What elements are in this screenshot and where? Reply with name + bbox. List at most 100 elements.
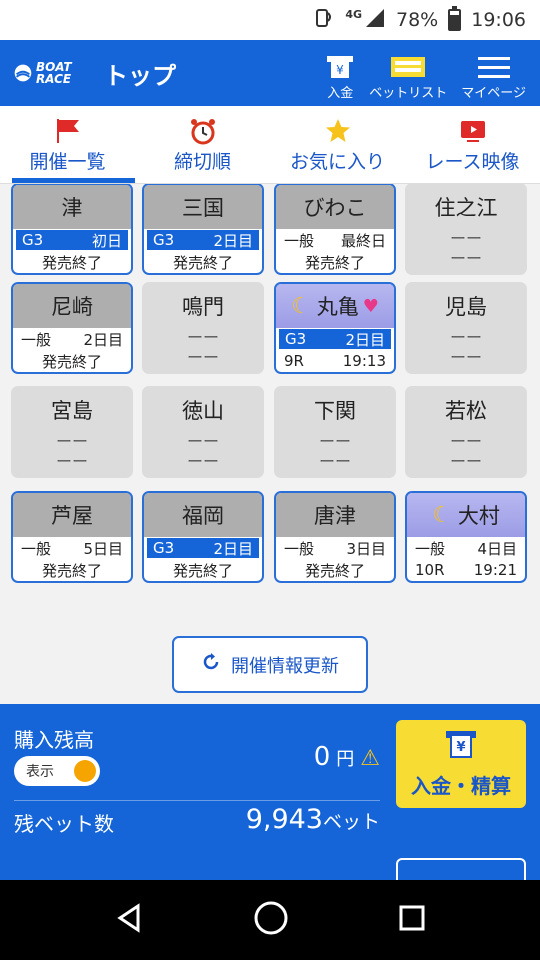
venue-card[interactable]: 下関 ーー ーー [274, 386, 396, 478]
venue-line-1: ーー [55, 432, 88, 451]
venue-card[interactable]: びわこ 一般 最終日 発売終了 [274, 184, 396, 275]
balance-panel: 購入残高 表示 0 円 ⚠ 残ベット数 9,943ベット ¥ 入金・精算 [0, 704, 540, 888]
sale-status: 発売終了 [13, 251, 131, 273]
venue-card[interactable]: 鳴門 ーー ーー [142, 282, 264, 374]
sale-status-text: 発売終了 [304, 253, 365, 272]
balance-label: 購入残高 [14, 728, 94, 752]
venue-card[interactable]: 津 G3 初日 発売終了 [11, 184, 133, 275]
home-icon[interactable] [253, 900, 289, 940]
toggle-label: 表示 [26, 764, 54, 780]
recents-icon[interactable] [398, 904, 426, 936]
balance-visibility-toggle[interactable]: 表示 [14, 756, 100, 786]
grade-row: 一般 4日目 [407, 537, 525, 559]
warning-icon: ⚠ [360, 746, 380, 771]
day: 2日目 [83, 330, 123, 349]
tab-deadline-order[interactable]: 締切順 [135, 106, 270, 183]
venue-line-1: ーー [318, 432, 351, 451]
sale-status: 発売終了 [276, 251, 394, 273]
svg-text:¥: ¥ [456, 740, 465, 755]
race-time: 19:21 [473, 561, 517, 579]
venue-name-text: 徳山 [182, 399, 224, 423]
refresh-label: 開催情報更新 [231, 655, 339, 677]
venue-name-text: 津 [61, 196, 83, 220]
venue-name-text: 唐津 [314, 504, 356, 528]
tab-favorites[interactable]: お気に入り [270, 106, 405, 183]
venue-card[interactable]: ☾ 丸亀 ♥ G3 2日目 9R 19:13 [274, 282, 396, 374]
alarm-clock-icon [189, 115, 217, 147]
page-title: トップ [104, 61, 176, 90]
clock: 19:06 [471, 9, 526, 31]
grade: 一般 [21, 330, 52, 349]
venue-line-1: ーー [449, 229, 482, 248]
venue-name-text: 尼崎 [51, 295, 93, 319]
venue-name-text: 若松 [445, 399, 487, 423]
race-time: 19:13 [342, 352, 386, 370]
flag-icon [54, 115, 82, 147]
sale-status-text: 発売終了 [172, 561, 233, 580]
venue-card[interactable]: 徳山 ーー ーー [142, 386, 264, 478]
race-row: 10R 19:21 [407, 559, 525, 581]
grade: 一般 [284, 231, 315, 250]
venue-name-text: びわこ [303, 196, 367, 220]
venue-name: 福岡 [144, 493, 262, 537]
remaining-bets-unit: ベット [322, 811, 380, 833]
venue-line-2: ーー [186, 452, 219, 471]
venue-card[interactable]: 唐津 一般 3日目 発売終了 [274, 491, 396, 583]
grade-row: 一般 3日目 [276, 537, 394, 559]
venue-name-text: 下関 [314, 399, 356, 423]
deposit-header-button[interactable]: ¥ 入金 [325, 45, 355, 101]
refresh-schedule-button[interactable]: 開催情報更新 [172, 636, 368, 693]
venue-name-text: 福岡 [182, 504, 224, 528]
boat-race-logo[interactable]: BOAT RACE [14, 53, 84, 93]
balance-value: 0 [313, 742, 331, 772]
back-icon[interactable] [114, 903, 144, 937]
venue-card[interactable]: 芦屋 一般 5日目 発売終了 [11, 491, 133, 583]
night-race-moon-icon: ☾ [432, 502, 452, 528]
tab-race-video[interactable]: レース映像 [405, 106, 540, 183]
venue-name-text: 丸亀 [316, 295, 359, 319]
venue-card[interactable]: ☾ 大村 一般 4日目 10R 19:21 [405, 491, 527, 583]
sale-status-text: 発売終了 [172, 253, 233, 272]
venue-name-text: 大村 [457, 504, 500, 528]
venue-line-2: ーー [449, 348, 482, 367]
venue-card[interactable]: 若松 ーー ーー [405, 386, 527, 478]
venue-line-2: ーー [449, 249, 482, 268]
venue-card[interactable]: 三国 G3 2日目 発売終了 [142, 184, 264, 275]
venue-card[interactable]: 尼崎一般 2日目発売終了 [11, 282, 133, 374]
deposit-settle-button[interactable]: ¥ 入金・精算 [396, 720, 526, 808]
sale-status: 発売終了 [144, 251, 262, 273]
venue-card[interactable]: 住之江 ーー ーー [405, 184, 527, 275]
venue-line-2: ーー [55, 452, 88, 471]
betlist-button[interactable]: ベットリスト [369, 45, 447, 101]
venue-grid: 津 G3 初日 発売終了 三国 G3 2日目 発売終了 びわこ 一般 最終日 発売終了 住之江 ーー ーー尼… [0, 184, 540, 604]
venue-name: 住之江 [407, 185, 525, 229]
venue-card[interactable]: 児島 ーー ーー [405, 282, 527, 374]
venue-name: ☾ 大村 [407, 493, 525, 537]
menu-icon [477, 52, 510, 82]
divider [14, 800, 380, 801]
day: 5日目 [83, 539, 123, 558]
grade: G3 [285, 330, 307, 348]
grade-row: G3 初日 [16, 230, 128, 250]
tab-schedule-list[interactable]: 開催一覧 [0, 106, 135, 183]
sale-status: 発売終了 [13, 350, 131, 372]
sale-status-text: 発売終了 [41, 561, 102, 580]
venue-card[interactable]: 福岡 G3 2日目 発売終了 [142, 491, 264, 583]
venue-line-2: ーー [449, 452, 482, 471]
venue-card[interactable]: 宮島 ーー ーー [11, 386, 133, 478]
venue-name: 徳山 [144, 388, 262, 432]
battery-percent: 78% [396, 9, 439, 31]
grade-row: 一般 2日目 [13, 328, 131, 350]
betlist-label: ベットリスト [369, 86, 448, 101]
toggle-knob [74, 760, 96, 782]
battery-icon [448, 6, 462, 31]
day: 4日目 [477, 539, 517, 558]
sale-status-text: 発売終了 [41, 352, 102, 371]
venue-name: びわこ [276, 185, 394, 229]
mypage-button[interactable]: マイページ [461, 45, 526, 101]
tab-label: 締切順 [173, 151, 231, 173]
grade: G3 [153, 231, 175, 249]
venue-line-1: ーー [186, 432, 219, 451]
boat-race-logo-mark [14, 64, 32, 82]
balance-amount: 0 円 ⚠ [314, 742, 380, 772]
